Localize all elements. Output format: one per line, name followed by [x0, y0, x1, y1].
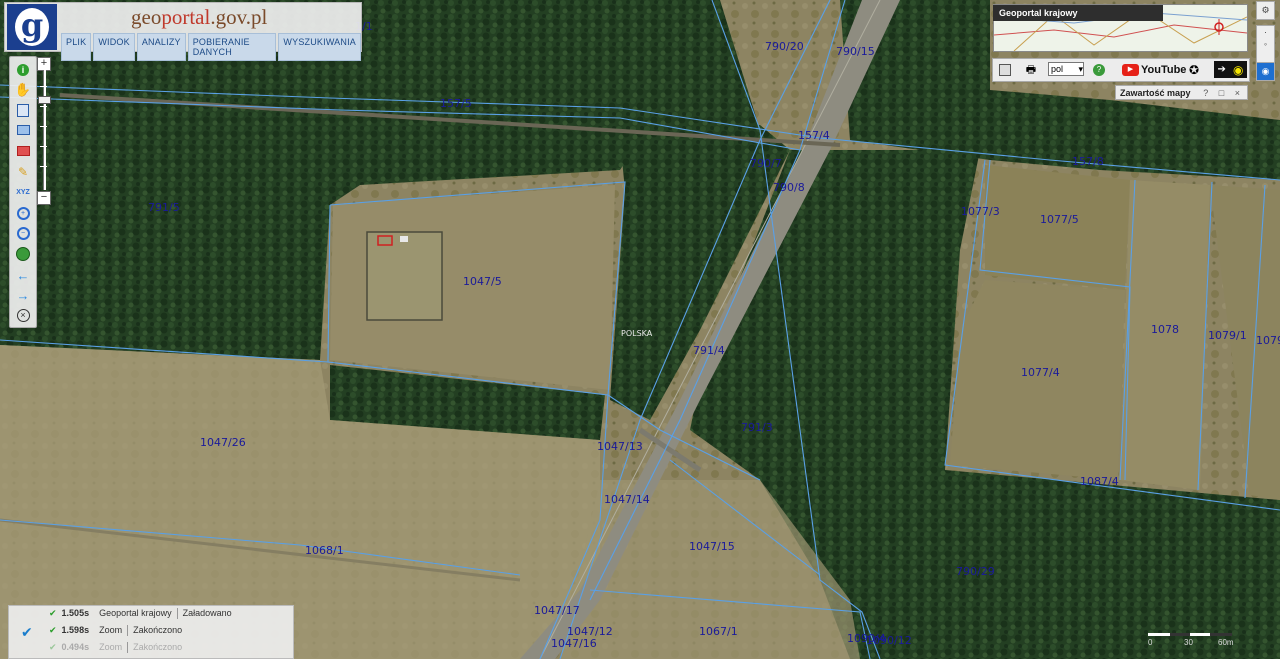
zoom-out-icon[interactable]: − — [15, 225, 31, 241]
parcel-label: 1077/5 — [1040, 213, 1079, 226]
language-select[interactable]: pol ▾ — [1048, 62, 1084, 76]
zoom-tick — [40, 86, 47, 87]
overview-toggle-icon[interactable]: · ◦ — [1256, 25, 1275, 64]
parcel-label: 790/8 — [773, 181, 805, 194]
print-icon[interactable]: 🖶 — [1023, 62, 1039, 78]
check-icon[interactable]: ✔ — [21, 624, 35, 640]
layers-eye-icon[interactable]: ◉ — [1256, 62, 1275, 81]
zoom-handle[interactable] — [38, 96, 51, 104]
parcel-label: 1090/12 — [866, 634, 912, 647]
parcel-label: 1078 — [1151, 323, 1179, 336]
pan-hand-icon[interactable]: ✋ — [15, 82, 31, 98]
place-label: POLSKA — [621, 329, 653, 338]
menu-pobieranie-danych[interactable]: POBIERANIE DANYCH — [187, 33, 277, 61]
menu-widok[interactable]: WIDOK — [93, 33, 135, 61]
settings-gear-icon[interactable]: ⚙ — [1256, 1, 1275, 20]
secondary-toolbar: 🖶 pol ▾ ? ▶ YouTube ✪ ➔ ◉ — [992, 58, 1250, 82]
zoom-tick — [40, 126, 47, 127]
parcel-label: 791/4 — [693, 344, 725, 357]
parcel-label: 791/3 — [741, 421, 773, 434]
zoom-tick — [40, 166, 47, 167]
measure-area-icon[interactable] — [15, 143, 31, 159]
main-menu: PLIK WIDOK ANALIZY POBIERANIE DANYCH WYS… — [61, 33, 361, 61]
status-panel: ✔ ✔ 1.505s Geoportal krajowy Załadowano ✔ 1.… — [8, 605, 294, 659]
map-content-panel[interactable]: Zawartość mapy? □ × — [1115, 85, 1248, 100]
parcel-label: 790/7 — [750, 157, 782, 170]
eye-icon: ◉ — [1232, 62, 1244, 77]
parcel-label: 157/5 — [440, 97, 472, 110]
building-roof — [400, 236, 408, 242]
parcel-label: 1079 — [1256, 334, 1280, 347]
youtube-icon: ▶ — [1122, 64, 1139, 76]
menu-wyszukiwania[interactable]: WYSZUKIWANIA — [278, 33, 361, 61]
zoom-tick — [40, 146, 47, 147]
parcel-label: 1047/17 — [534, 604, 580, 617]
parcel-label: 790/15 — [836, 45, 875, 58]
zoom-in-icon[interactable]: + — [15, 205, 31, 221]
parcel-label: 157/8 — [1072, 155, 1104, 168]
parcel-label: 1068/1 — [305, 544, 344, 557]
parcel-label: 1087/4 — [1080, 475, 1119, 488]
contrast-toggle[interactable]: ➔ ◉ — [1214, 61, 1247, 78]
chevron-down-icon: ▾ — [1078, 63, 1083, 74]
ok-icon: ✔ — [49, 625, 57, 635]
arrow-right-icon: ➔ — [1217, 64, 1226, 75]
status-row: ✔ 1.598s Zoom Zakończono — [49, 625, 183, 637]
next-view-arrow-icon[interactable]: → — [15, 287, 31, 303]
pencil-icon[interactable]: ✎ — [15, 164, 31, 180]
youtube-link[interactable]: ▶ YouTube — [1122, 62, 1186, 78]
parcel-label: 1077/4 — [1021, 366, 1060, 379]
zoom-minus-button[interactable]: − — [37, 191, 51, 205]
site-title: geoportal.gov.pl — [131, 5, 268, 29]
ok-icon: ✔ — [49, 608, 57, 618]
zoom-plus-button[interactable]: + — [37, 57, 51, 71]
status-row: ✔ 1.505s Geoportal krajowy Załadowano — [49, 608, 232, 620]
info-icon[interactable]: i — [15, 62, 31, 78]
parcel-label: 791/5 — [148, 201, 180, 214]
legend-icon[interactable] — [15, 102, 31, 118]
map-tools: i ✋ ✎ XYZ + − ← → × — [9, 56, 37, 328]
panel-controls[interactable]: ? □ × — [1203, 86, 1244, 101]
help-icon[interactable]: ? — [1091, 62, 1107, 78]
parcel-label: 1047/26 — [200, 436, 246, 449]
app-header: g geoportal.gov.pl PLIK WIDOK ANALIZY PO… — [4, 2, 362, 61]
parcel-label: 790/29 — [956, 565, 995, 578]
menu-plik[interactable]: PLIK — [61, 33, 92, 61]
geoportal-logo[interactable]: g — [7, 4, 57, 50]
table-icon[interactable] — [997, 62, 1013, 78]
parcel-label: 1047/16 — [551, 637, 597, 650]
accessibility-icon[interactable]: ✪ — [1186, 62, 1202, 78]
full-extent-globe-icon[interactable] — [15, 246, 31, 262]
scale-bar: 0 30 60m — [1148, 628, 1234, 647]
zoom-slider: + − — [37, 56, 51, 206]
parcel-label: 1047/5 — [463, 275, 502, 288]
parcel-label: 1077/3 — [961, 205, 1000, 218]
parcel-label: 790/20 — [765, 40, 804, 53]
parcel-label: 1047/13 — [597, 440, 643, 453]
status-row: ✔ 0.494s Zoom Zakończono — [49, 642, 183, 654]
parcel-label: 1067/1 — [699, 625, 738, 638]
orthophoto-map[interactable]: 1/1 790/20 790/15 157/5 157/4 157/8 790/… — [0, 0, 1280, 659]
parcel-label: 1047/15 — [689, 540, 735, 553]
overview-title: Geoportal krajowy — [993, 5, 1163, 21]
clear-icon[interactable]: × — [15, 307, 31, 323]
parcel-label: 157/4 — [798, 129, 830, 142]
select-area-icon[interactable] — [15, 122, 31, 138]
parcel-label: 1079/1 — [1208, 329, 1247, 342]
ok-icon: ✔ — [49, 642, 57, 652]
menu-analizy[interactable]: ANALIZY — [136, 33, 186, 61]
xyz-coordinates-icon[interactable]: XYZ — [15, 184, 31, 200]
zoom-tick — [40, 106, 47, 107]
zoom-track[interactable] — [43, 70, 46, 190]
parcel-label: 1047/14 — [604, 493, 650, 506]
previous-view-arrow-icon[interactable]: ← — [15, 267, 31, 283]
